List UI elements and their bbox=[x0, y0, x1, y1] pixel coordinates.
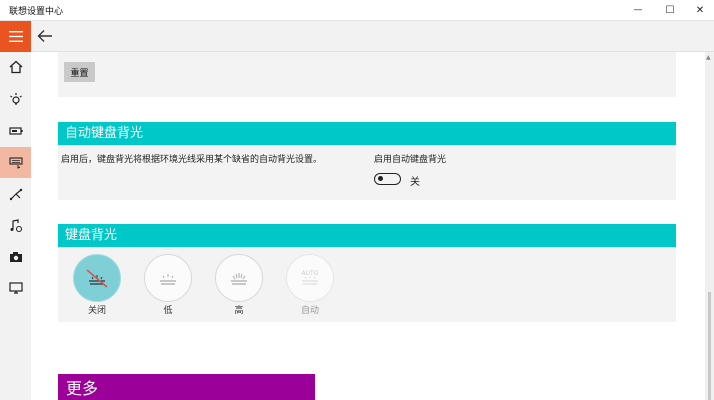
toggle-knob bbox=[378, 176, 383, 181]
scrollbar[interactable]: ▲ bbox=[705, 52, 714, 400]
audio-icon bbox=[10, 219, 22, 233]
window-title: 联想设置中心 bbox=[9, 7, 64, 17]
sidebar-item-keyboard[interactable] bbox=[0, 147, 31, 178]
title-bar: 联想设置中心 — ☐ ✕ bbox=[0, 0, 714, 21]
backlight-off-option[interactable] bbox=[73, 254, 121, 302]
backlight-low-label: 低 bbox=[163, 306, 173, 316]
backlight-auto-icon: AUTO bbox=[302, 270, 319, 285]
main-content: 重置 自动键盘背光 启用后，键盘背光将根据环境光线采用某个缺省的自动背光设置。 … bbox=[31, 52, 705, 400]
cut-off-text bbox=[62, 52, 152, 53]
auto-backlight-toggle-label: 启用自动键盘背光 bbox=[374, 155, 447, 165]
camera-icon bbox=[9, 252, 22, 262]
scroll-thumb[interactable] bbox=[708, 292, 711, 400]
close-button[interactable]: ✕ bbox=[684, 0, 714, 20]
maximize-button[interactable]: ☐ bbox=[654, 0, 686, 20]
auto-backlight-toggle[interactable] bbox=[374, 173, 401, 185]
lightbulb-icon bbox=[9, 93, 22, 105]
backlight-high-option[interactable] bbox=[215, 254, 263, 302]
scroll-up-icon[interactable]: ▲ bbox=[706, 54, 711, 61]
sidebar-item-display[interactable] bbox=[0, 273, 31, 303]
backlight-high-icon bbox=[231, 273, 247, 285]
sidebar bbox=[0, 52, 31, 400]
auto-backlight-description: 启用后，键盘背光将根据环境光线采用某个缺省的自动背光设置。 bbox=[61, 155, 323, 165]
network-icon bbox=[9, 188, 22, 201]
backlight-low-icon bbox=[160, 274, 176, 285]
display-icon bbox=[8, 282, 23, 294]
more-header: 更多 bbox=[58, 374, 315, 400]
sidebar-item-lighting[interactable] bbox=[0, 84, 31, 114]
backlight-off-label: 关闭 bbox=[87, 306, 106, 316]
auto-backlight-header: 自动键盘背光 bbox=[58, 122, 676, 145]
toolbar bbox=[0, 21, 714, 52]
keyboard-icon bbox=[8, 156, 23, 169]
close-icon: ✕ bbox=[695, 4, 705, 16]
svg-text:AUTO: AUTO bbox=[302, 270, 319, 277]
back-arrow-icon bbox=[37, 30, 52, 42]
maximize-icon: ☐ bbox=[665, 4, 675, 16]
menu-button[interactable] bbox=[0, 21, 31, 52]
sidebar-item-home[interactable] bbox=[0, 52, 31, 82]
sidebar-item-battery[interactable] bbox=[0, 116, 31, 146]
sidebar-item-camera[interactable] bbox=[0, 242, 31, 272]
reset-button[interactable]: 重置 bbox=[64, 62, 95, 82]
backlight-auto-label: 自动 bbox=[300, 306, 319, 316]
home-icon bbox=[9, 60, 22, 74]
backlight-auto-option[interactable]: AUTO bbox=[286, 254, 334, 302]
minimize-icon: — bbox=[633, 5, 643, 15]
backlight-header: 键盘背光 bbox=[58, 224, 676, 247]
auto-backlight-panel: 启用后，键盘背光将根据环境光线采用某个缺省的自动背光设置。 启用自动键盘背光 bbox=[58, 145, 676, 200]
backlight-high-label: 高 bbox=[234, 306, 244, 316]
backlight-low-option[interactable] bbox=[144, 254, 192, 302]
backlight-off-icon bbox=[86, 269, 108, 288]
sidebar-item-audio[interactable] bbox=[0, 211, 31, 241]
hamburger-icon bbox=[8, 31, 23, 42]
battery-icon bbox=[8, 127, 23, 135]
minimize-button[interactable]: — bbox=[622, 0, 654, 20]
back-button[interactable] bbox=[36, 27, 58, 45]
sidebar-item-network[interactable] bbox=[0, 180, 31, 210]
previous-section-panel: 重置 bbox=[58, 52, 676, 97]
auto-backlight-toggle-state: 关 bbox=[410, 177, 420, 188]
